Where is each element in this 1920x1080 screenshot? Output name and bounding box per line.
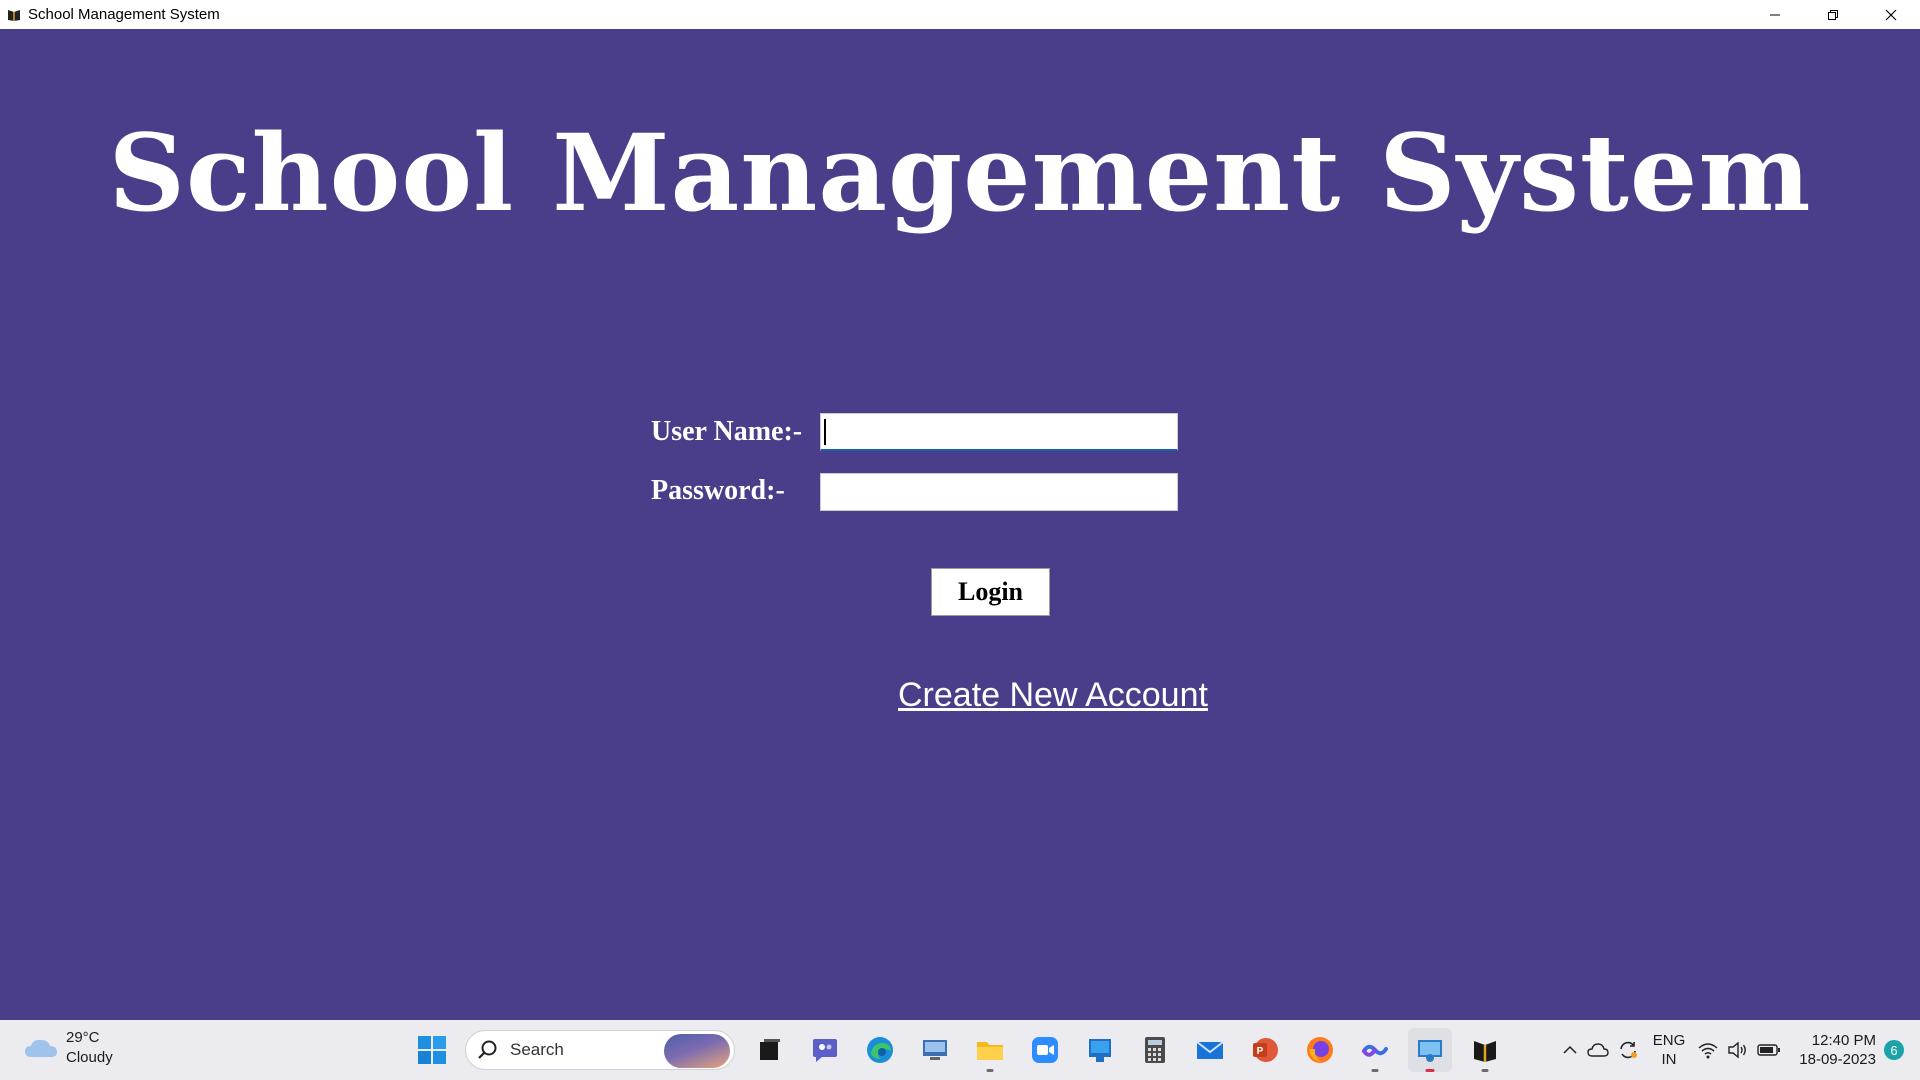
teams-icon[interactable] — [803, 1028, 847, 1072]
language-indicator[interactable]: ENG IN — [1653, 1031, 1686, 1069]
chevron-up-icon[interactable] — [1561, 1041, 1579, 1059]
clock-date: 18-09-2023 — [1799, 1051, 1876, 1068]
zoom-icon[interactable] — [1023, 1028, 1067, 1072]
language-code: ENG — [1652, 1032, 1686, 1049]
username-label: User Name:- — [651, 416, 803, 447]
password-label: Password:- — [651, 475, 785, 506]
windows-start-icon[interactable] — [410, 1028, 454, 1072]
file-explorer-icon[interactable] — [968, 1028, 1012, 1072]
clock-time: 12:40 PM — [1811, 1032, 1876, 1049]
close-icon — [1885, 9, 1897, 20]
restore-icon — [1828, 9, 1838, 20]
create-account-link[interactable]: Create New Account — [898, 676, 1208, 715]
system-tray: ENG IN 12:40 PM 18-09-2023 6 — [1561, 1020, 1920, 1080]
weather-condition: Cloudy — [66, 1049, 113, 1066]
mail-icon[interactable] — [1188, 1028, 1232, 1072]
taskbar-pinned: Search P — [410, 1028, 1518, 1072]
firefox-icon[interactable] — [1298, 1028, 1342, 1072]
close-button[interactable] — [1862, 0, 1920, 29]
language-region: IN — [1661, 1051, 1677, 1068]
taskbar: 29°C Cloudy Search P ENG IN 12:40 PM 18-… — [0, 1020, 1920, 1080]
edge-icon[interactable] — [858, 1028, 902, 1072]
text-caret — [824, 419, 826, 445]
search-placeholder: Search — [510, 1040, 564, 1059]
sync-icon[interactable] — [1617, 1039, 1639, 1061]
restore-button[interactable] — [1804, 0, 1862, 29]
onedrive-icon[interactable] — [1587, 1041, 1609, 1059]
calculator-icon[interactable] — [1133, 1028, 1177, 1072]
notification-badge[interactable]: 6 — [1884, 1040, 1904, 1060]
weather-widget[interactable]: 29°C Cloudy — [22, 1028, 113, 1068]
window-titlebar: School Management System — [0, 0, 1920, 29]
battery-icon[interactable] — [1757, 1043, 1781, 1057]
search-highlight-icon — [664, 1034, 730, 1068]
svg-text:P: P — [1257, 1046, 1264, 1057]
photos-icon[interactable] — [1408, 1028, 1452, 1072]
copilot-icon[interactable] — [1353, 1028, 1397, 1072]
password-input[interactable] — [820, 473, 1178, 511]
wifi-icon[interactable] — [1697, 1041, 1719, 1059]
school-app-icon — [6, 7, 22, 23]
volume-icon[interactable] — [1727, 1041, 1749, 1059]
page-title: School Management System — [108, 110, 1812, 235]
system-clock[interactable]: 12:40 PM 18-09-2023 — [1799, 1031, 1876, 1069]
username-input[interactable] — [820, 413, 1178, 451]
school-app-icon[interactable] — [1463, 1028, 1507, 1072]
minimize-button[interactable] — [1746, 0, 1804, 29]
window-controls — [1746, 0, 1920, 29]
weather-temp: 29°C — [66, 1029, 100, 1046]
minimize-icon — [1770, 14, 1780, 15]
taskbar-search[interactable]: Search — [465, 1030, 735, 1070]
window-title: School Management System — [28, 6, 220, 23]
task-view-icon[interactable] — [748, 1028, 792, 1072]
powerpoint-icon[interactable]: P — [1243, 1028, 1287, 1072]
cloud-icon — [25, 1039, 57, 1057]
store-icon[interactable] — [1078, 1028, 1122, 1072]
login-button[interactable]: Login — [931, 568, 1050, 616]
remote-desktop-icon[interactable] — [913, 1028, 957, 1072]
search-icon — [478, 1040, 497, 1059]
